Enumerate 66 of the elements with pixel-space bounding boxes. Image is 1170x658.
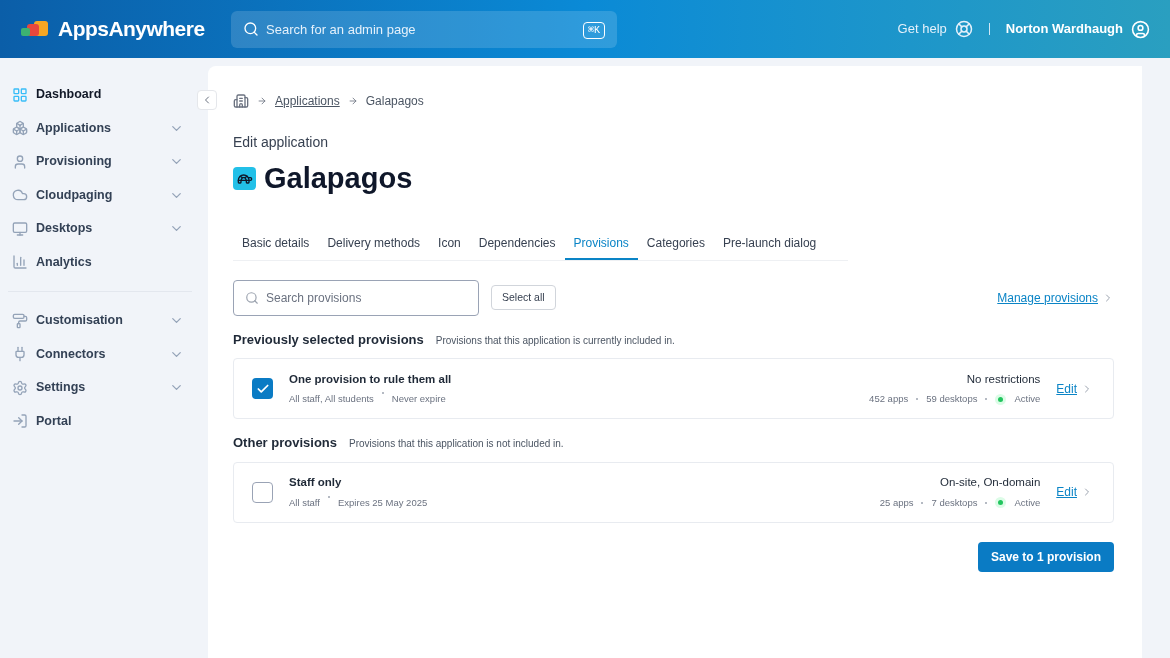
shortcut-key: ⌘K <box>582 21 605 39</box>
search-icon <box>245 290 259 305</box>
lifebuoy-icon <box>954 20 973 38</box>
logo-text: AppsAnywhere <box>58 16 205 43</box>
logo-icon <box>20 20 50 38</box>
app-count: 452 apps <box>869 392 909 406</box>
dashboard-icon <box>12 86 28 103</box>
collapse-sidebar-button[interactable] <box>197 90 217 110</box>
provision-restriction: No restrictions <box>966 371 1041 387</box>
tab[interactable]: Icon <box>429 228 470 260</box>
page-title: Galapagos <box>264 161 413 196</box>
sidebar-item[interactable]: Portal <box>8 404 192 438</box>
settings-icon <box>12 379 28 396</box>
page-subtitle: Edit application <box>233 133 329 152</box>
breadcrumb-current: Galapagos <box>365 93 424 110</box>
sidebar-item[interactable]: Analytics <box>8 245 192 279</box>
tab[interactable]: Delivery methods <box>318 228 430 260</box>
provision-audience: All staff, All students <box>289 392 374 406</box>
user-avatar-icon <box>1131 19 1150 39</box>
breadcrumb-link[interactable]: Applications <box>275 92 340 110</box>
section-heading: Previously selected provisions <box>233 330 424 349</box>
sidebar-item[interactable]: Customisation <box>8 304 192 338</box>
select-all-button[interactable]: Select all <box>491 285 556 310</box>
user-icon <box>12 153 28 170</box>
tab[interactable]: Dependencies <box>469 228 565 260</box>
tab[interactable]: Pre-launch dialog <box>713 228 826 260</box>
arrow-right-icon <box>257 96 267 106</box>
tab[interactable]: Categories <box>637 228 714 260</box>
save-button[interactable]: Save to 1 provision <box>977 541 1114 572</box>
provision-checkbox[interactable] <box>252 378 273 399</box>
monitor-icon <box>12 220 28 237</box>
sidebar-item[interactable]: Connectors <box>8 337 192 371</box>
edit-link[interactable]: Edit <box>1056 483 1093 501</box>
plug-icon <box>12 346 28 363</box>
provision-expiry: Expires 25 May 2025 <box>338 495 428 510</box>
provision-name: One provision to rule them all <box>289 371 452 387</box>
sidebar-item[interactable]: Settings <box>8 371 192 405</box>
app-count: 25 apps <box>879 495 914 510</box>
turtle-icon <box>233 167 256 191</box>
tab[interactable]: Provisions <box>564 228 638 260</box>
provision-search-field[interactable]: Search provisions <box>233 279 479 316</box>
provision-expiry: Never expire <box>391 392 446 406</box>
search-icon <box>243 20 259 37</box>
edit-link[interactable]: Edit <box>1056 379 1093 398</box>
sidebar-item[interactable]: Desktops <box>8 212 192 246</box>
tab[interactable]: Basic details <box>233 228 319 260</box>
sidebar-item[interactable]: Applications <box>8 111 192 145</box>
section-description: Provisions that this application is not included in. <box>349 437 564 451</box>
section-heading: Other provisions <box>233 434 338 452</box>
portal-icon <box>12 413 28 430</box>
sidebar-item[interactable]: Cloudpaging <box>8 178 192 212</box>
status-label: Active <box>1014 392 1041 406</box>
provision-checkbox[interactable] <box>252 481 273 503</box>
section-description: Provisions that this application is currently included in. <box>435 333 675 348</box>
status-label: Active <box>1014 495 1041 510</box>
sidebar-item[interactable]: Provisioning <box>8 145 192 179</box>
arrow-right-icon <box>347 96 358 106</box>
provision-audience: All staff <box>289 495 320 510</box>
provision-restriction: On-site, On-domain <box>939 475 1041 491</box>
paint-roller-icon <box>12 312 28 329</box>
provision-name: Staff only <box>289 475 343 491</box>
desktop-count: 7 desktops <box>931 495 978 510</box>
sidebar-item[interactable]: Dashboard <box>8 78 192 112</box>
manage-provisions-link[interactable]: Manage provisions <box>997 288 1114 307</box>
desktop-count: 59 desktops <box>926 392 978 406</box>
bar-chart-icon <box>12 254 28 271</box>
